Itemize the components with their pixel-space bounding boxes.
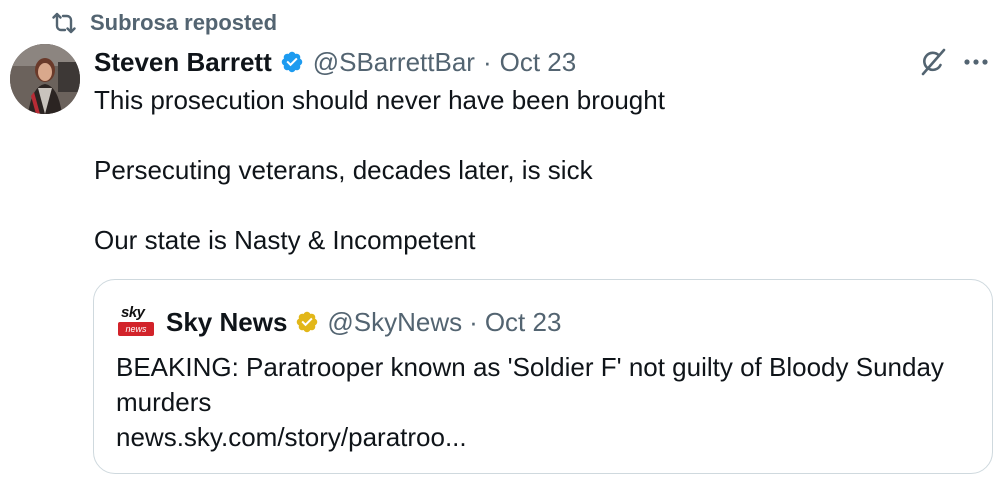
sky-news-logo[interactable]: sky news <box>118 304 154 340</box>
quoted-header-separator: · <box>469 306 478 337</box>
repost-indicator[interactable]: Subrosa reposted <box>52 8 277 38</box>
grok-icon[interactable] <box>917 44 949 80</box>
more-icon[interactable] <box>958 44 994 80</box>
quoted-author-name[interactable]: Sky News <box>166 307 287 338</box>
sky-logo-word: sky <box>121 304 145 321</box>
author-name[interactable]: Steven Barrett <box>94 47 272 78</box>
quoted-tweet-date[interactable]: Oct 23 <box>485 307 562 338</box>
quoted-tweet-link[interactable]: news.sky.com/story/paratroo... <box>116 422 467 452</box>
repost-label: Subrosa reposted <box>90 10 278 35</box>
sky-logo-news: news <box>118 322 154 336</box>
tweet-paragraph: Persecuting veterans, decades later, is … <box>94 155 593 185</box>
quoted-author-handle[interactable]: @SkyNews <box>327 307 462 338</box>
tweet-paragraph: This prosecution should never have been … <box>94 85 665 115</box>
gold-verified-badge-icon[interactable] <box>295 310 319 334</box>
tweet-paragraph: Our state is Nasty & Incompetent <box>94 225 476 255</box>
author-handle[interactable]: @SBarrettBar <box>313 47 475 78</box>
header-separator: · <box>482 46 492 77</box>
repost-icon <box>52 12 76 34</box>
tweet-text: This prosecution should never have been … <box>94 85 974 295</box>
quoted-tweet-header: sky news Sky News @SkyNews · Oct 23 <box>118 302 561 342</box>
verified-badge-icon[interactable] <box>280 50 304 74</box>
tweet-header: Steven Barrett @SBarrettBar · Oct 23 <box>94 44 576 80</box>
tweet-date[interactable]: Oct 23 <box>500 47 577 78</box>
avatar[interactable] <box>10 44 80 114</box>
quoted-tweet-card[interactable]: sky news Sky News @SkyNews · Oct 23 BEAK… <box>93 279 993 474</box>
quoted-tweet-text: BEAKING: Paratrooper known as 'Soldier F… <box>116 352 944 417</box>
